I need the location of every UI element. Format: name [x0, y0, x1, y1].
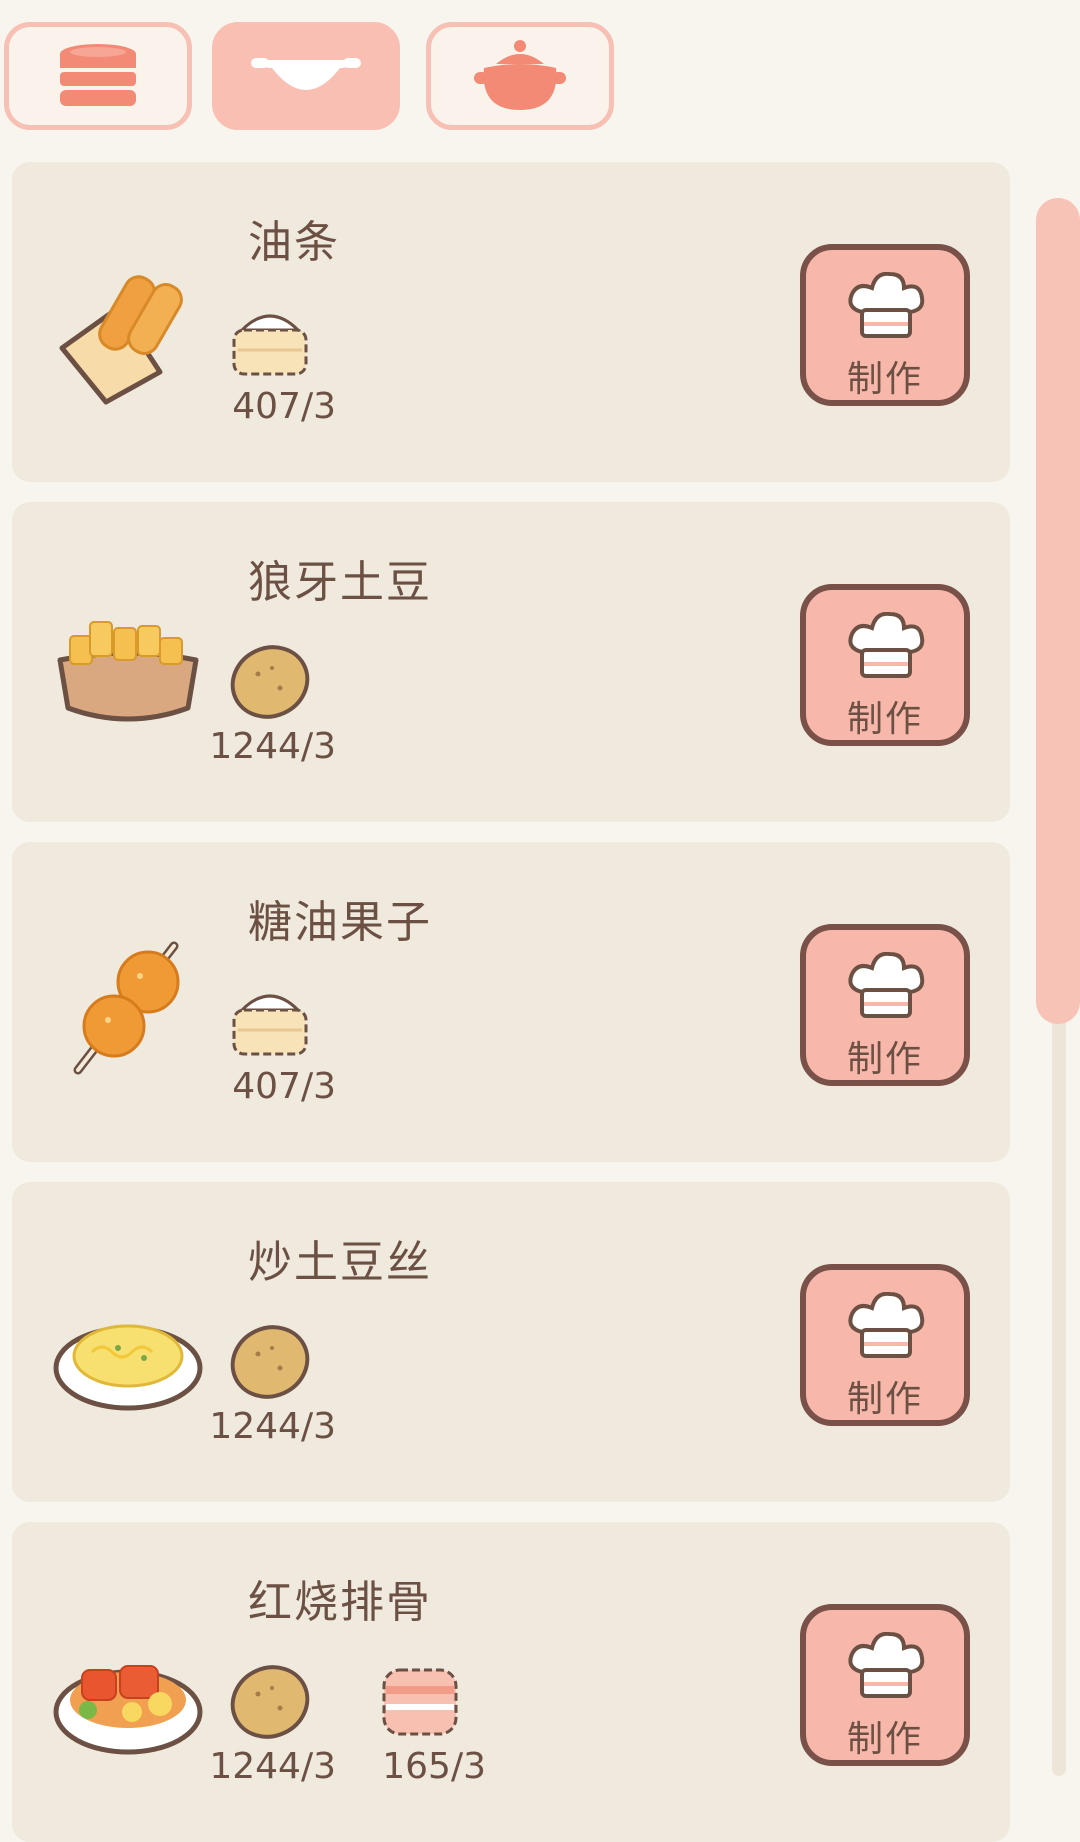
recipe-card: 糖油果子 407/3 制作	[12, 842, 1010, 1162]
recipe-card: 油条 407/3 制作	[12, 162, 1010, 482]
recipe-name: 油条	[248, 217, 340, 268]
recipe-card: 炒土豆丝 1244/3 制作	[12, 1182, 1010, 1502]
make-button[interactable]: 制作	[800, 1604, 970, 1766]
make-button[interactable]: 制作	[800, 924, 970, 1086]
recipe-name: 红烧排骨	[248, 1577, 432, 1628]
recipe-name: 炒土豆丝	[248, 1237, 432, 1288]
ingredient-count: 1244/3	[209, 1406, 336, 1447]
ingredient-count: 407/3	[232, 1066, 336, 1107]
recipe-card: 红烧排骨 1244/3 165/3 制作	[12, 1522, 1010, 1842]
ingredient-count: 407/3	[232, 386, 336, 427]
make-button[interactable]: 制作	[800, 244, 970, 406]
stacked-dishes-icon	[56, 40, 140, 112]
make-button-label: 制作	[846, 1039, 923, 1080]
make-button-label: 制作	[846, 1719, 923, 1760]
tab-clay-pot[interactable]	[426, 22, 614, 130]
make-button[interactable]: 制作	[800, 1264, 970, 1426]
tab-stacked-dishes[interactable]	[4, 22, 192, 130]
make-button-label: 制作	[846, 359, 923, 400]
clay-pot-icon	[474, 38, 566, 114]
ingredient: 407/3	[184, 984, 344, 1114]
recipe-name: 狼牙土豆	[248, 557, 432, 608]
category-tabs	[0, 18, 640, 136]
ingredient: 1244/3	[184, 1324, 344, 1454]
scrollbar-thumb[interactable]	[1036, 198, 1080, 1024]
recipe-card: 狼牙土豆 1244/3 制作	[12, 502, 1010, 822]
tab-wok[interactable]	[212, 22, 400, 130]
recipe-name: 糖油果子	[248, 897, 432, 948]
ingredient: 165/3	[334, 1664, 494, 1794]
ingredient-count: 1244/3	[209, 1746, 336, 1787]
ingredient-count: 1244/3	[209, 726, 336, 767]
ingredient: 1244/3	[184, 1664, 344, 1794]
make-button-label: 制作	[846, 699, 923, 740]
ingredient: 407/3	[184, 304, 344, 434]
make-button-label: 制作	[846, 1379, 923, 1420]
wok-icon	[251, 46, 361, 106]
ingredient: 1244/3	[184, 644, 344, 774]
ingredient-count: 165/3	[382, 1746, 486, 1787]
make-button[interactable]: 制作	[800, 584, 970, 746]
